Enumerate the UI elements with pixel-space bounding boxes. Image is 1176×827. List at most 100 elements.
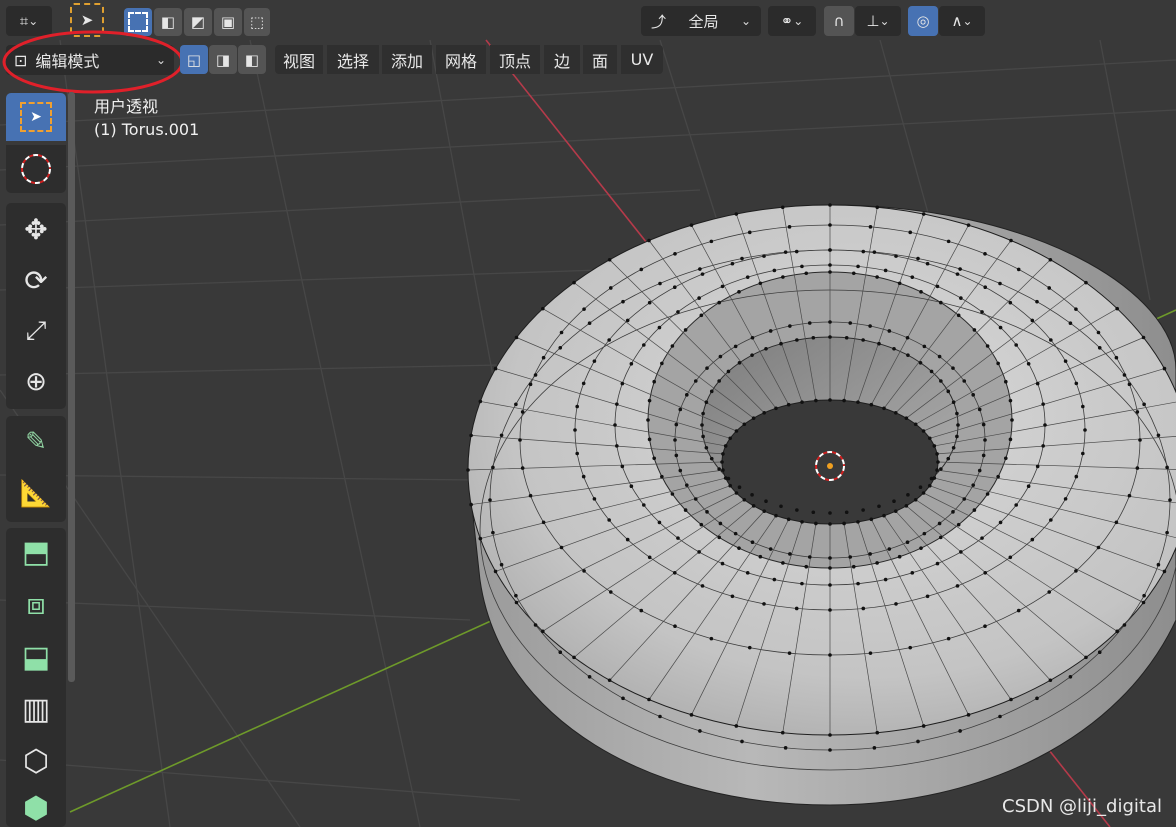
mesh-vertex xyxy=(1122,373,1127,377)
mesh-vertex xyxy=(558,346,563,350)
menu-select[interactable]: 选择 xyxy=(327,45,379,74)
tool-loop-cut[interactable]: ⬡ xyxy=(6,737,66,785)
transform-icon: ⊕ xyxy=(25,367,47,397)
mesh-vertex xyxy=(1114,520,1119,525)
mesh-vertex xyxy=(828,511,832,515)
menu-face[interactable]: 面 xyxy=(583,45,617,74)
mesh-vertex xyxy=(582,569,586,573)
tool-extrude[interactable]: ⧈ xyxy=(6,580,66,628)
tool-knife[interactable]: ⬢ xyxy=(6,789,66,827)
toolbar-scrollbar[interactable] xyxy=(68,92,75,682)
mesh-vertex xyxy=(469,433,473,438)
menu-uv[interactable]: UV xyxy=(621,45,663,74)
select-mode-intersect-button[interactable]: ⬚ xyxy=(244,8,270,36)
tool-move[interactable]: ✥ xyxy=(6,205,66,253)
tool-select-box[interactable]: ➤ xyxy=(6,93,66,141)
mesh-vertex xyxy=(804,564,809,569)
mesh-vertex xyxy=(718,521,723,526)
mesh-vertex xyxy=(647,555,652,560)
menu-edge[interactable]: 边 xyxy=(544,45,580,74)
edge-select-mode-button[interactable]: ◨ xyxy=(209,45,237,74)
mesh-vertex xyxy=(514,402,518,407)
mesh-vertex xyxy=(720,460,724,464)
tool-cursor[interactable] xyxy=(6,145,66,193)
tool-inset[interactable]: ⬓ xyxy=(6,633,66,681)
mesh-vertex xyxy=(723,476,728,480)
tool-measure[interactable]: 📐 xyxy=(6,470,66,518)
mesh-vertex xyxy=(742,422,747,427)
mesh-vertex xyxy=(672,571,677,575)
snap-target-select[interactable]: ⊥ ⌄ xyxy=(855,6,901,36)
mesh-vertex xyxy=(1168,498,1172,502)
proportional-edit-toggle[interactable]: ◎ xyxy=(908,6,938,36)
snap-toggle[interactable]: ∩ xyxy=(824,6,854,36)
mesh-vertex xyxy=(856,581,860,586)
mesh-vertex xyxy=(758,281,763,286)
mesh-vertex xyxy=(788,324,792,328)
mesh-vertex xyxy=(700,423,704,427)
mesh-vertex xyxy=(607,338,611,342)
mesh-vertex xyxy=(721,468,725,472)
menu-add[interactable]: 添加 xyxy=(382,45,432,74)
falloff-select[interactable]: ∧ ⌄ xyxy=(939,6,985,36)
tool-bevel[interactable]: ▥ xyxy=(6,685,66,733)
pivot-point-select[interactable]: ⚭ ⌄ xyxy=(768,6,816,36)
mesh-vertex xyxy=(935,452,939,456)
view-name-label: 用户透视 xyxy=(94,97,159,116)
mesh-vertex xyxy=(800,581,804,586)
mesh-vertex xyxy=(740,256,744,261)
face-select-mode-button[interactable]: ◧ xyxy=(238,45,266,74)
mesh-vertex xyxy=(779,341,783,346)
menu-mesh[interactable]: 网格 xyxy=(436,45,486,74)
mesh-vertex xyxy=(520,466,525,470)
mesh-vertex xyxy=(913,497,918,502)
mesh-vertex xyxy=(936,460,940,464)
transform-orientation-select[interactable]: ⤴ 全局 ⌄ xyxy=(641,6,761,36)
mesh-vertex xyxy=(1048,678,1053,683)
mesh-vertex xyxy=(956,522,961,527)
mesh-vertex xyxy=(701,434,705,439)
mesh-vertex xyxy=(787,651,792,655)
pivot-icon: ⚭ xyxy=(780,12,794,30)
mesh-vertex xyxy=(620,381,625,386)
mesh-vertex xyxy=(856,264,860,269)
mesh-vertex xyxy=(998,520,1003,525)
mesh-vertex xyxy=(491,465,495,470)
torus-mesh[interactable] xyxy=(466,203,1176,806)
mesh-vertex xyxy=(781,561,785,565)
annotate-icon: ✎ xyxy=(25,427,47,457)
mesh-vertex xyxy=(700,584,705,588)
mesh-vertex xyxy=(647,697,651,702)
mesh-vertex xyxy=(1165,465,1169,470)
mesh-vertex xyxy=(629,484,634,489)
mesh-vertex xyxy=(697,550,701,554)
mesh-vertex xyxy=(541,520,546,525)
mesh-vertex xyxy=(1074,474,1079,479)
tool-scale[interactable]: ⤢ xyxy=(6,307,66,355)
mesh-vertex xyxy=(905,336,910,340)
mesh-vertex xyxy=(1008,398,1013,403)
tool-add-cube[interactable]: ⬒ xyxy=(6,528,66,576)
mesh-vertex xyxy=(587,321,592,326)
mesh-vertex xyxy=(939,379,943,383)
mesh-vertex xyxy=(946,389,951,394)
mesh-vertex xyxy=(781,275,785,279)
menu-view[interactable]: 视图 xyxy=(275,45,323,74)
tool-rotate[interactable]: ⟳ xyxy=(6,256,66,304)
mesh-vertex xyxy=(750,353,754,357)
mesh-vertex xyxy=(762,509,767,513)
mesh-vertex xyxy=(478,399,483,404)
mesh-vertex xyxy=(985,344,990,348)
chevron-down-icon: ⌄ xyxy=(962,14,973,28)
menu-vertex[interactable]: 顶点 xyxy=(490,45,540,74)
tool-transform[interactable]: ⊕ xyxy=(6,358,66,406)
mesh-vertex xyxy=(983,571,988,575)
select-mode-invert-button[interactable]: ▣ xyxy=(214,8,242,36)
mesh-vertex xyxy=(672,285,677,289)
mesh-vertex xyxy=(592,359,597,363)
tool-annotate[interactable]: ✎ xyxy=(6,418,66,466)
mesh-vertex xyxy=(582,307,586,311)
vertex-select-mode-button[interactable]: ◱ xyxy=(180,45,208,74)
mesh-vertex xyxy=(1030,318,1035,323)
orientation-axes-icon: ⤴ xyxy=(651,12,667,31)
